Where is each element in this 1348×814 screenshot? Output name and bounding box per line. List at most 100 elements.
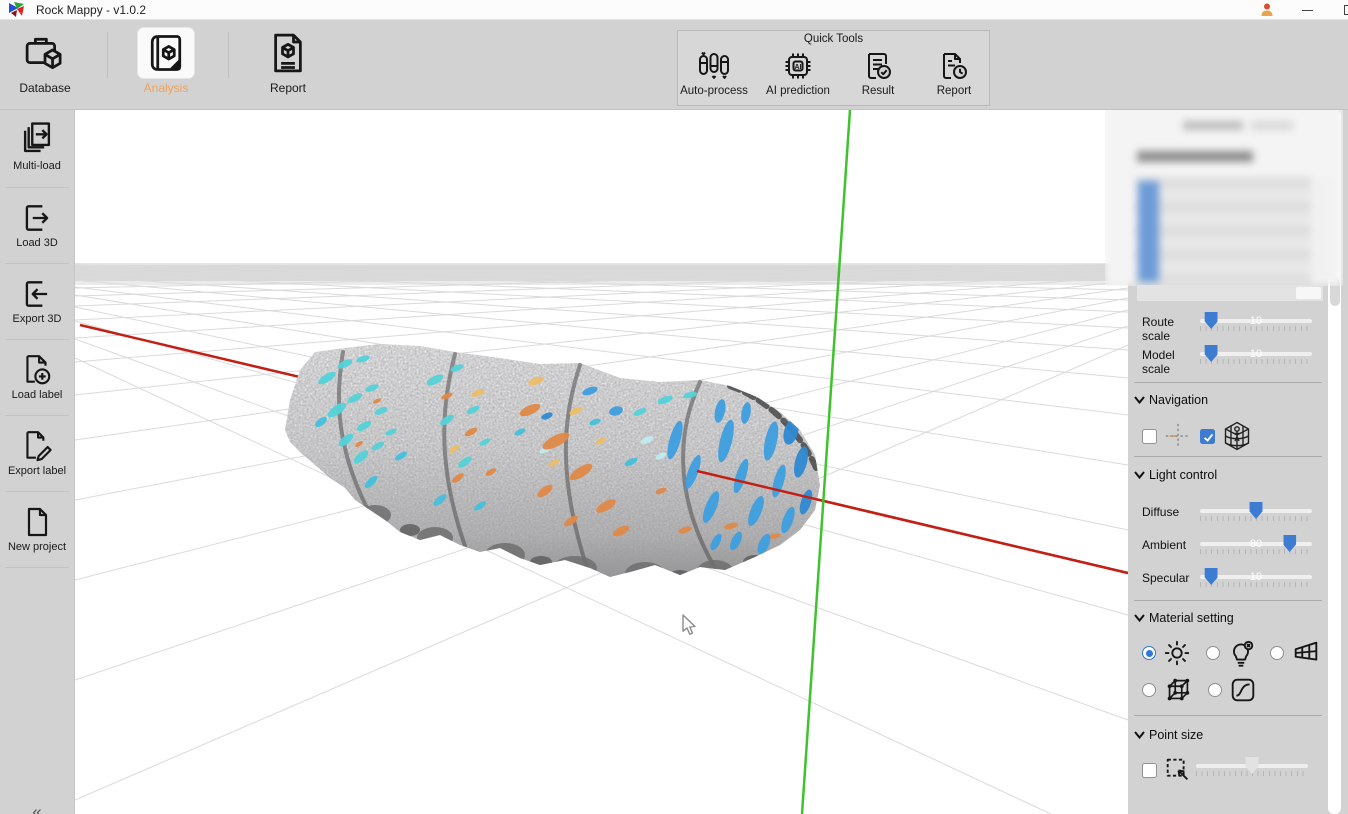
- axes-visibility-checkbox[interactable]: [1142, 429, 1157, 444]
- walk-cube-icon: [1221, 420, 1253, 452]
- quick-tool-label: Auto-process: [671, 85, 757, 97]
- sidebar-item-multi-load[interactable]: Multi-load: [0, 118, 74, 188]
- diffuse-slider[interactable]: 50: [1200, 509, 1312, 513]
- database-icon: [22, 31, 68, 75]
- load-label-icon: [20, 353, 54, 387]
- sidebar-item-label: Export 3D: [0, 313, 74, 325]
- export-label-icon: [20, 429, 54, 463]
- point-size-checkbox[interactable]: [1142, 763, 1157, 778]
- sidebar-separator: [5, 339, 69, 340]
- sidebar-separator: [5, 187, 69, 188]
- sidebar-item-label: New project: [0, 541, 74, 553]
- model-scale-slider[interactable]: 10: [1200, 352, 1312, 356]
- panel-divider: [1134, 600, 1322, 601]
- frustum-icon: [1290, 638, 1322, 668]
- select-area-icon: [1163, 755, 1193, 785]
- report-icon: [265, 31, 311, 75]
- analysis-icon: [143, 31, 189, 75]
- model-scale-slider-row: Model scale 10: [1128, 343, 1326, 376]
- left-sidebar: Multi-load Load 3D: [0, 110, 75, 814]
- sidebar-item-label: Load label: [0, 389, 74, 401]
- person-icon: [1259, 2, 1275, 18]
- sidebar-item-label: Export label: [0, 465, 74, 477]
- panel-divider: [1134, 715, 1322, 716]
- chevron-down-icon: [1134, 614, 1145, 622]
- window-title: Rock Mappy - v1.0.2: [36, 3, 146, 17]
- section-header-light-control[interactable]: Light control: [1128, 468, 1326, 482]
- quick-tool-label: AI prediction: [755, 85, 841, 97]
- section-title: Point size: [1149, 728, 1203, 742]
- user-account-button[interactable]: [1252, 0, 1282, 20]
- section-title: Navigation: [1149, 393, 1208, 407]
- minimize-button[interactable]: [1292, 0, 1322, 20]
- specular-slider-row: Specular 10: [1128, 566, 1326, 587]
- multi-load-icon: [18, 120, 56, 158]
- panel-divider: [1134, 456, 1322, 457]
- sidebar-collapse-button[interactable]: «: [22, 800, 52, 814]
- material-wireframe-radio[interactable]: [1142, 683, 1156, 697]
- quick-tool-ai-prediction[interactable]: AI AI prediction: [755, 48, 841, 104]
- app-logo-icon: [8, 1, 25, 18]
- chevron-down-icon: [1134, 471, 1145, 479]
- material-perspective-radio[interactable]: [1270, 646, 1284, 660]
- section-header-material-setting[interactable]: Material setting: [1128, 611, 1326, 625]
- point-size-slider-row: 5: [1196, 755, 1308, 785]
- specular-slider[interactable]: 10: [1200, 575, 1312, 579]
- popup-horizontal-scrollbar[interactable]: [1137, 285, 1323, 301]
- viewport-3d[interactable]: [75, 110, 1128, 814]
- slider-label: Ambient: [1128, 533, 1200, 554]
- nav-item-database[interactable]: Database: [0, 28, 90, 108]
- result-icon: [862, 50, 894, 82]
- sun-icon: [1162, 638, 1192, 668]
- rock-model: [275, 335, 835, 586]
- toolbar-separator: [228, 32, 229, 78]
- quick-tool-auto-process[interactable]: Auto-process: [671, 48, 757, 104]
- slider-label: Specular: [1128, 566, 1200, 587]
- material-curve-radio[interactable]: [1208, 683, 1222, 697]
- viewport-scene: [75, 110, 1128, 814]
- nav-item-label: Report: [243, 81, 333, 95]
- section-header-navigation[interactable]: Navigation: [1128, 393, 1326, 407]
- sidebar-separator: [5, 491, 69, 492]
- scrollbar-thumb[interactable]: [1296, 287, 1321, 299]
- collapse-chevrons-icon: «: [32, 802, 41, 814]
- nav-item-analysis[interactable]: Analysis: [121, 28, 211, 108]
- slider-ticks: [1200, 582, 1312, 587]
- vertex-cube-icon: [1162, 675, 1194, 705]
- slider-ticks: [1200, 326, 1312, 331]
- title-bar: Rock Mappy - v1.0.2: [0, 0, 1348, 20]
- sidebar-item-load-3d[interactable]: Load 3D: [0, 195, 74, 265]
- route-scale-slider[interactable]: 10: [1200, 319, 1312, 323]
- quick-tool-report[interactable]: Report: [911, 48, 997, 104]
- slider-ticks: [1200, 549, 1312, 554]
- chevron-down-icon: [1134, 396, 1145, 404]
- sidebar-item-load-label[interactable]: Load label: [0, 347, 74, 417]
- diffuse-slider-row: Diffuse 50: [1128, 500, 1326, 521]
- maximize-button[interactable]: [1334, 0, 1348, 20]
- sidebar-item-new-project[interactable]: New project: [0, 499, 74, 569]
- section-title: Material setting: [1149, 611, 1234, 625]
- section-header-point-size[interactable]: Point size: [1128, 728, 1326, 742]
- auto-process-icon: [696, 50, 732, 82]
- slider-label: Model scale: [1128, 343, 1200, 376]
- main-toolbar: Database Analysis: [0, 20, 1348, 110]
- export-3d-icon: [20, 277, 54, 311]
- point-size-slider[interactable]: 5: [1196, 764, 1308, 768]
- route-scale-slider-row: Route scale 10: [1128, 310, 1326, 343]
- toolbar-separator: [107, 32, 108, 78]
- ambient-slider-row: Ambient 80: [1128, 533, 1326, 554]
- material-no-light-radio[interactable]: [1206, 646, 1220, 660]
- quick-tool-result[interactable]: Result: [835, 48, 921, 104]
- blurred-popup-panel: [1105, 103, 1343, 286]
- sidebar-separator: [5, 567, 69, 568]
- material-sun-radio[interactable]: [1142, 646, 1156, 660]
- sidebar-item-export-3d[interactable]: Export 3D: [0, 271, 74, 341]
- ambient-slider[interactable]: 80: [1200, 542, 1312, 546]
- sidebar-item-export-label[interactable]: Export label: [0, 423, 74, 493]
- bulb-off-icon: [1226, 638, 1256, 668]
- ai-prediction-icon: AI: [781, 50, 815, 82]
- nav-item-report[interactable]: Report: [243, 28, 333, 108]
- app-window: Rock Mappy - v1.0.2: [0, 0, 1348, 814]
- nav-item-label: Analysis: [121, 81, 211, 95]
- walk-navigation-checkbox[interactable]: [1200, 429, 1215, 444]
